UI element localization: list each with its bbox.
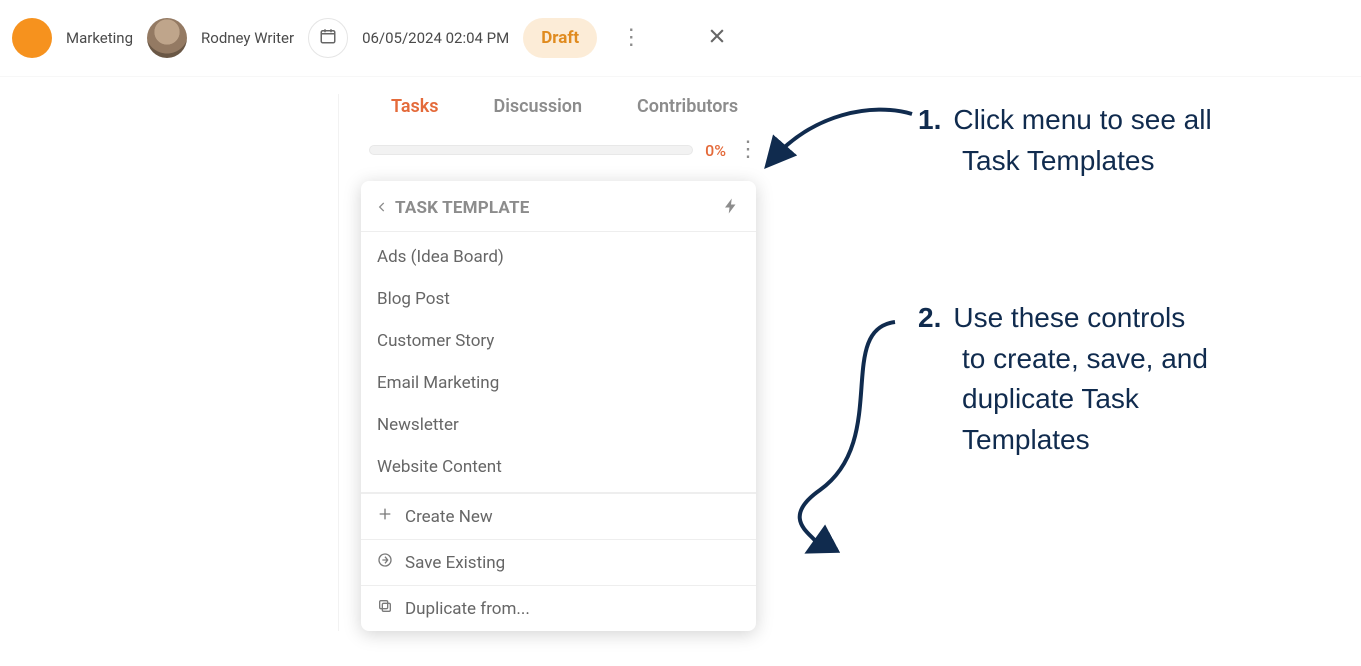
progress-bar [369, 145, 693, 155]
tab-discussion[interactable]: Discussion [494, 96, 583, 117]
dropdown-title: TASK TEMPLATE [395, 198, 530, 218]
action-label: Save Existing [405, 553, 505, 573]
tab-tasks[interactable]: Tasks [391, 96, 439, 117]
datetime-label: 06/05/2024 02:04 PM [362, 29, 509, 47]
category-color-dot [12, 18, 52, 58]
annotation-number: 2. [918, 302, 941, 333]
plus-icon [377, 506, 393, 527]
annotation-2: 2. Use these controls to create, save, an… [918, 298, 1338, 460]
kebab-icon [620, 27, 642, 49]
top-bar: Marketing Rodney Writer 06/05/2024 02:04… [0, 0, 1361, 77]
action-label: Duplicate from... [405, 599, 530, 619]
close-button[interactable] [697, 18, 737, 58]
task-template-menu-button[interactable] [738, 139, 758, 161]
annotation-text: Use these controls [953, 302, 1185, 333]
more-menu-button[interactable] [611, 18, 651, 58]
author-avatar[interactable] [147, 18, 187, 58]
category-label: Marketing [66, 29, 133, 47]
annotation-text: Click menu to see all [953, 104, 1211, 135]
tab-contributors[interactable]: Contributors [637, 96, 738, 117]
status-badge[interactable]: Draft [523, 18, 597, 58]
annotation-text: Task Templates [918, 141, 1338, 182]
annotation-text: Templates [918, 420, 1338, 461]
kebab-icon [737, 139, 759, 161]
dropdown-header: TASK TEMPLATE [361, 181, 756, 232]
lightning-icon[interactable] [722, 197, 740, 219]
duplicate-from-button[interactable]: Duplicate from... [361, 585, 756, 631]
annotation-1: 1. Click menu to see all Task Templates [918, 100, 1338, 181]
template-item[interactable]: Ads (Idea Board) [361, 236, 756, 278]
annotation-text: to create, save, and [918, 339, 1338, 380]
annotation-arrow-2 [660, 310, 900, 570]
action-label: Create New [405, 507, 493, 527]
annotation-text: duplicate Task [918, 379, 1338, 420]
duplicate-icon [377, 598, 393, 619]
calendar-icon [319, 27, 337, 49]
date-picker-button[interactable] [308, 18, 348, 58]
close-icon [707, 26, 727, 50]
save-icon [377, 552, 393, 573]
annotation-number: 1. [918, 104, 941, 135]
back-button[interactable] [375, 199, 389, 218]
progress-percentage: 0% [705, 141, 726, 160]
annotation-arrow-1 [762, 102, 922, 182]
author-name: Rodney Writer [201, 29, 294, 47]
panel-tabs: Tasks Discussion Contributors [339, 94, 772, 129]
progress-row: 0% [339, 129, 772, 171]
